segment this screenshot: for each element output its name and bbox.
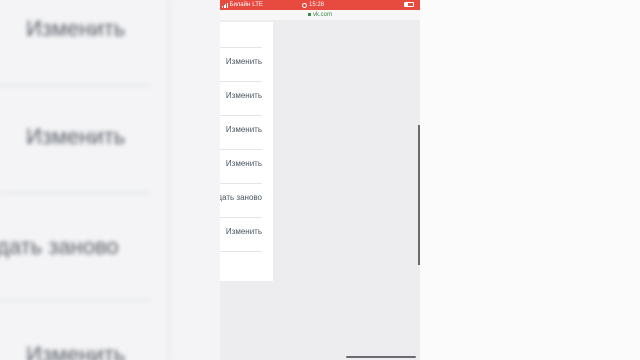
carrier-name: Билайн	[229, 2, 251, 8]
panel-edge	[168, 0, 170, 360]
phone-screen: Билайн LTE 15:28 vk.com Изменить Изменит…	[220, 0, 420, 360]
edit-link[interactable]: Изменить	[226, 227, 262, 236]
menu-row[interactable]: Изменить	[220, 149, 262, 184]
blurred-label: Изменить	[26, 16, 126, 41]
blurred-label: Изменить	[26, 342, 126, 360]
edit-link[interactable]: Изменить	[226, 57, 262, 66]
address-bar[interactable]: vk.com	[220, 10, 420, 20]
lock-icon	[307, 12, 311, 16]
recreate-link[interactable]: дать заново	[220, 193, 262, 202]
menu-row-header	[220, 22, 262, 48]
menu-row[interactable]: Изменить	[220, 115, 262, 150]
blurred-label: дать заново	[0, 234, 119, 259]
menu-row[interactable]: Изменить	[220, 81, 262, 116]
edit-link[interactable]: Изменить	[226, 91, 262, 100]
signal-icon	[222, 2, 228, 8]
menu-row[interactable]: Изменить	[220, 47, 262, 82]
blurred-background-left: Изменить Изменить дать заново Изменить	[0, 0, 220, 360]
divider	[0, 300, 150, 301]
battery-icon	[404, 2, 414, 7]
actions-menu: Изменить Изменить Изменить Изменить дать…	[220, 22, 273, 281]
divider	[0, 192, 150, 193]
edit-link[interactable]: Изменить	[226, 125, 262, 134]
status-time: 15:28	[309, 2, 325, 8]
divider	[0, 85, 150, 86]
scrollbar[interactable]	[418, 125, 420, 265]
alarm-icon	[302, 2, 307, 8]
blurred-label: Изменить	[26, 124, 126, 149]
menu-row[interactable]: дать заново	[220, 183, 262, 218]
url-text: vk.com	[312, 12, 332, 18]
blurred-background-right	[420, 0, 640, 360]
menu-row[interactable]: Изменить	[220, 217, 262, 252]
network-type: LTE	[252, 2, 263, 8]
home-indicator[interactable]	[346, 356, 416, 358]
status-bar: Билайн LTE 15:28	[220, 0, 420, 10]
edit-link[interactable]: Изменить	[226, 159, 262, 168]
